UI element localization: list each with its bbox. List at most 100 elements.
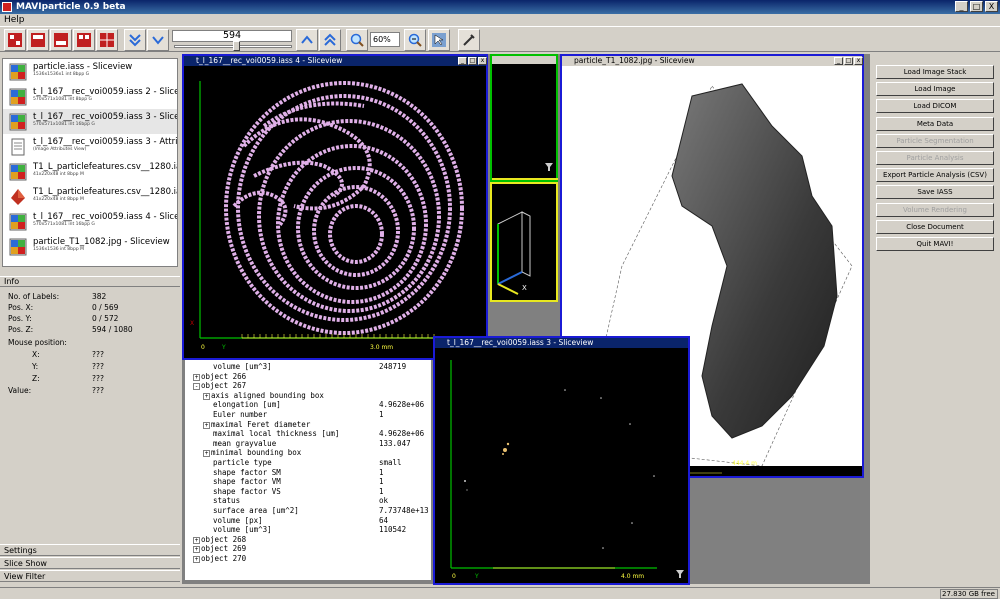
zoom-level-field[interactable]: 60% [370, 32, 400, 47]
arrow-down-icon[interactable] [147, 29, 169, 51]
tree-row[interactable]: shape factor VM [213, 477, 281, 487]
volume-axes-view[interactable]: X [490, 182, 558, 302]
tree-row[interactable]: + axis aligned bounding box [203, 391, 324, 401]
cursor-icon[interactable] [428, 29, 450, 51]
tree-row[interactable]: status [213, 496, 240, 506]
document-list-item[interactable]: t_l_167__rec_voi0059.iass 3 - Attribute(… [3, 134, 177, 159]
document-list-item[interactable]: t_l_167__rec_voi0059.iass 4 - Sliceview5… [3, 209, 177, 234]
action-button-particle-analysis[interactable]: Particle Analysis [876, 151, 994, 165]
info-row: Pos. Z: 594 / 1080 [8, 325, 168, 334]
action-button-meta-data[interactable]: Meta Data [876, 116, 994, 131]
tree-row[interactable]: volume [um^3] [213, 525, 272, 535]
arrow-down-double-icon[interactable] [124, 29, 146, 51]
document-list-item[interactable]: particle.iass - Sliceview 1536x1536x1 int… [3, 59, 177, 84]
action-button-load-dicom[interactable]: Load DICOM [876, 99, 994, 114]
tree-expander-icon[interactable]: + [193, 546, 200, 554]
tree-row[interactable]: + object 268 [193, 535, 246, 545]
tree-expander-icon[interactable]: + [193, 373, 200, 381]
tree-expander-icon[interactable]: + [193, 556, 200, 563]
tree-row[interactable]: volume [px] [213, 516, 263, 526]
action-button-volume-rendering[interactable]: Volume Rendering [876, 202, 994, 217]
slice-slider-thumb[interactable] [233, 41, 240, 51]
tree-row[interactable]: Euler number [213, 410, 267, 420]
tree-row[interactable]: shape factor SM [213, 468, 281, 478]
tree-row[interactable]: + object 266 [193, 372, 246, 382]
tree-expander-icon[interactable]: - [193, 383, 200, 391]
tree-row[interactable]: maximal local thickness [um] [213, 429, 339, 439]
tree-value: ok [379, 496, 389, 506]
tree-expander-icon[interactable]: + [203, 421, 210, 429]
action-button-export-particle-analysis-csv[interactable]: Export Particle Analysis (CSV) [876, 168, 994, 183]
tree-row[interactable]: elongation [um] [213, 400, 281, 410]
slice-image-4[interactable] [184, 66, 486, 358]
window-minimize-button[interactable]: _ [458, 57, 467, 65]
tree-row[interactable]: + object 269 [193, 544, 246, 554]
tree-row[interactable]: surface area [um^2] [213, 506, 299, 516]
tree-row[interactable]: particle type [213, 458, 272, 468]
close-button[interactable]: X [985, 1, 998, 12]
tree-value: 133.047 [379, 438, 411, 448]
menu-help[interactable]: Help [4, 15, 25, 25]
document-list[interactable]: particle.iass - Sliceview 1536x1536x1 int… [2, 58, 178, 267]
slice-image-3[interactable] [435, 348, 688, 583]
document-name: t_l_167__rec_voi0059.iass 4 - Sliceview [33, 212, 177, 222]
action-button-save-iass[interactable]: Save IASS [876, 185, 994, 200]
view-grid-3-icon[interactable] [50, 29, 72, 51]
zoom-tool-icon[interactable] [346, 29, 368, 51]
slice-number-field[interactable]: 594 [172, 30, 292, 42]
action-button-quit-mavi[interactable]: Quit MAVI! [876, 237, 994, 251]
view-grid-5-icon[interactable] [96, 29, 118, 51]
tree-row[interactable]: shape factor VS [213, 487, 281, 497]
document-list-item[interactable]: T1_L_particlefeatures.csv__1280.iass -41… [3, 159, 177, 184]
attribute-tree[interactable]: volume [um^3] 248719 + object 266- object 26… [185, 360, 431, 580]
info-label: Y: [32, 362, 39, 371]
tree-label: volume [um^3] [213, 525, 272, 535]
tree-label: surface area [um^2] [213, 506, 299, 515]
document-list-item[interactable]: t_l_167__rec_voi0059.iass 3 - Sliceview5… [3, 109, 177, 134]
particle-view-title[interactable]: particle_T1_1082.jpg - Sliceview [562, 56, 862, 66]
tree-row[interactable]: - object 267 [193, 381, 246, 391]
tree-row[interactable]: + maximal Feret diameter [203, 420, 310, 430]
tree-expander-icon[interactable]: + [203, 392, 210, 400]
tree-expander-icon[interactable]: + [193, 536, 200, 544]
zoom-in-icon[interactable] [404, 29, 426, 51]
pipette-icon[interactable] [458, 29, 480, 51]
tree-row[interactable]: + object 270 [193, 554, 246, 564]
document-list-item[interactable]: t_l_167__rec_voi0059.iass 2 - Sliceview5… [3, 84, 177, 109]
arrow-up-icon[interactable] [296, 29, 318, 51]
info-panel-header[interactable]: Info [0, 276, 180, 287]
window-minimize-button[interactable]: _ [834, 57, 843, 65]
tree-row[interactable]: mean grayvalue [213, 439, 276, 449]
sliceview-window-3-title[interactable]: t_l_167__rec_voi0059.iass 3 - Sliceview [435, 338, 688, 348]
arrow-up-double-icon[interactable] [319, 29, 341, 51]
window-close-button[interactable]: x [478, 57, 487, 65]
tree-row[interactable]: + minimal bounding box [203, 448, 301, 458]
middle-view-top[interactable] [490, 54, 558, 182]
menu-bar: Help [0, 14, 1000, 26]
tree-value: small [379, 458, 402, 467]
sliceview-window-4[interactable]: t_l_167__rec_voi0059.iass 4 - Sliceview … [182, 54, 488, 360]
view-grid-4-icon[interactable] [73, 29, 95, 51]
view-grid-1-icon[interactable] [4, 29, 26, 51]
document-list-item[interactable]: particle_T1_1082.jpg - Sliceview 1536x153… [3, 234, 177, 259]
view-grid-2-icon[interactable] [27, 29, 49, 51]
sliceview-window-3[interactable]: t_l_167__rec_voi0059.iass 3 - Sliceview … [433, 336, 690, 585]
document-list-item[interactable]: T1_L_particlefeatures.csv__1280.iass -41… [3, 184, 177, 209]
action-button-particle-segmentation[interactable]: Particle Segmentation [876, 133, 994, 148]
slice-show-panel-tab[interactable]: Slice Show [0, 557, 180, 569]
tree-value: 7.73748e+13 [379, 506, 429, 515]
sliceview-window-4-title[interactable]: t_l_167__rec_voi0059.iass 4 - Sliceview [184, 56, 486, 66]
action-button-load-image-stack[interactable]: Load Image Stack [876, 65, 994, 79]
action-button-load-image[interactable]: Load Image [876, 82, 994, 97]
settings-panel-tab[interactable]: Settings [0, 544, 180, 556]
view-filter-panel-tab[interactable]: View Filter [0, 570, 180, 582]
minimize-button[interactable]: _ [955, 1, 968, 12]
window-maximize-button[interactable]: □ [468, 57, 477, 65]
tree-expander-icon[interactable]: + [203, 450, 210, 458]
action-button-close-document[interactable]: Close Document [876, 219, 994, 234]
maximize-button[interactable]: □ [970, 1, 983, 12]
window-close-button[interactable]: x [854, 57, 863, 65]
window-maximize-button[interactable]: □ [844, 57, 853, 65]
tree-row[interactable]: volume [um^3] [213, 362, 272, 372]
render-3d-icon [9, 188, 27, 205]
